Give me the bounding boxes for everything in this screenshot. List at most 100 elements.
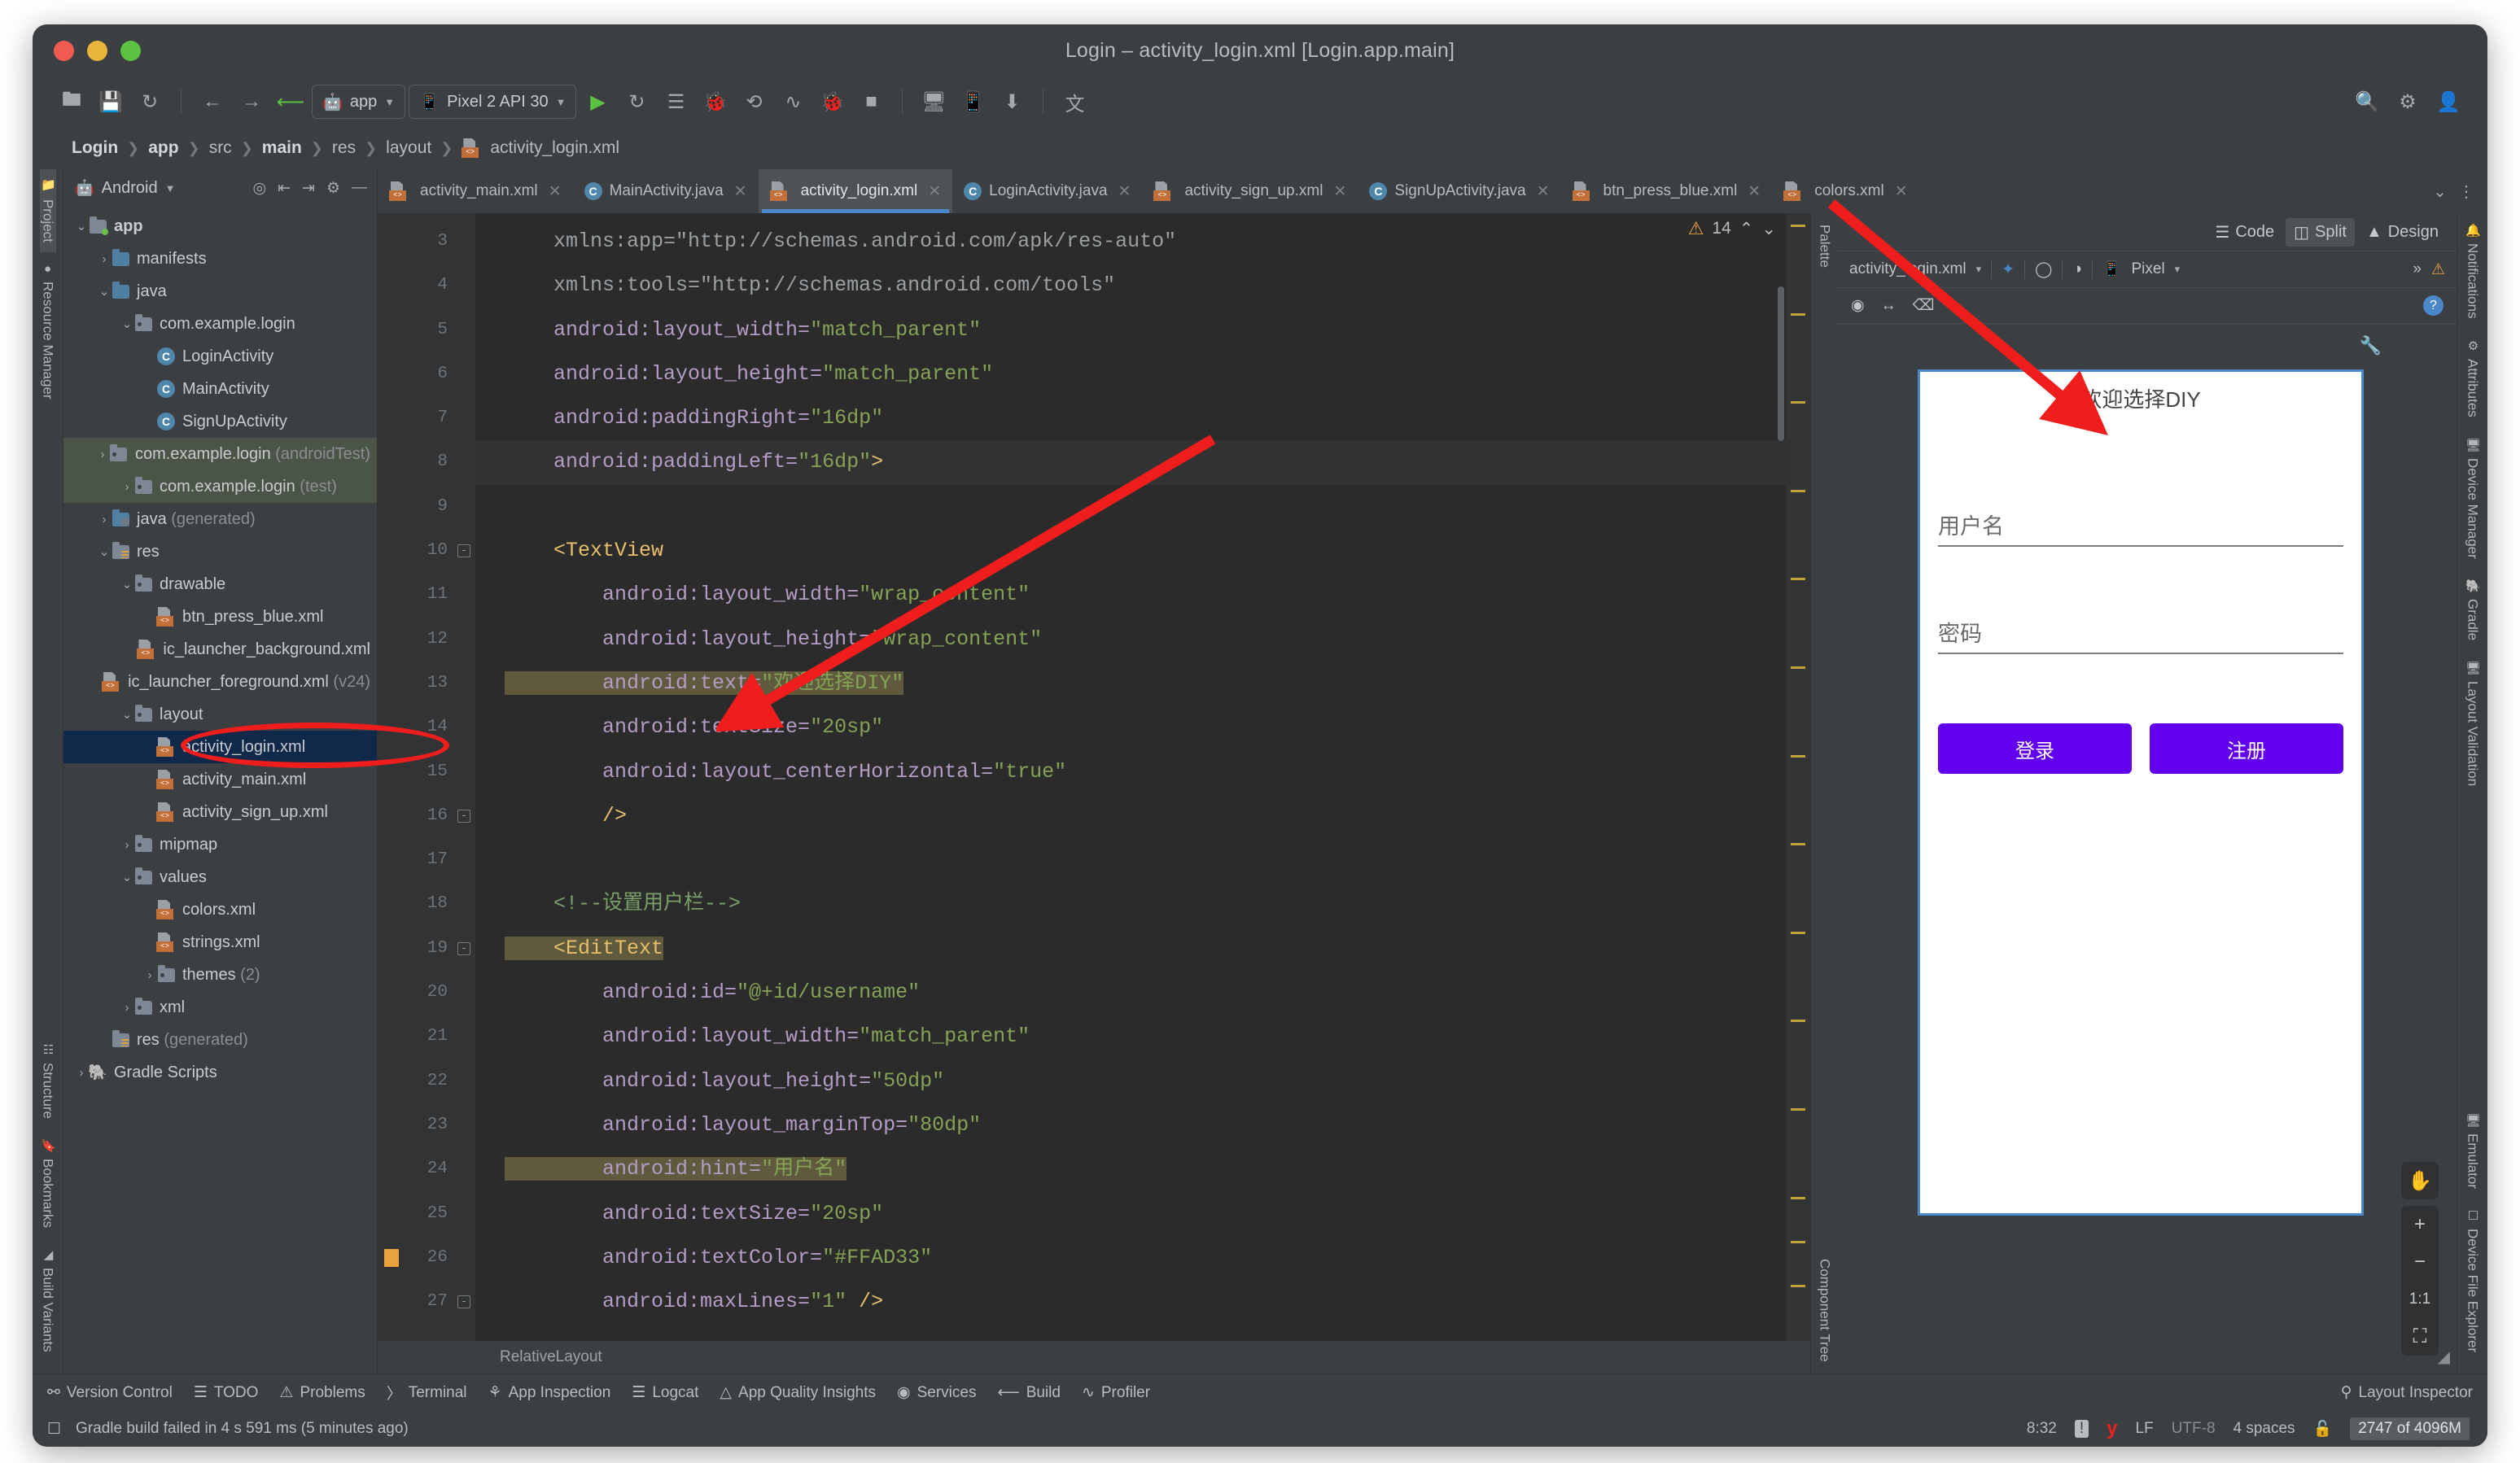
code-line-19[interactable]: <EditText [475, 927, 1810, 971]
translate-icon[interactable]: 文 [1057, 84, 1092, 120]
debug-icon[interactable]: 🐞 [697, 84, 733, 120]
layers-icon[interactable]: ✦ [2002, 260, 2015, 279]
tree-toggle-icon[interactable]: ⌄ [120, 317, 133, 331]
stripe-marker[interactable] [1791, 1196, 1805, 1199]
zoom-fit-button[interactable]: ⛶ [2401, 1318, 2439, 1356]
tree-node-java[interactable]: › java (generated) [63, 503, 377, 535]
tree-toggle-icon[interactable]: ⌄ [120, 707, 133, 722]
close-icon[interactable]: ✕ [1748, 182, 1761, 201]
fold-toggle-icon[interactable]: - [457, 1295, 470, 1309]
code-line-23[interactable]: android:layout_marginTop="80dp" [475, 1103, 1810, 1147]
stop-icon[interactable]: ■ [853, 84, 889, 120]
mode-design[interactable]: ▲ Design [2358, 219, 2447, 246]
line-separator[interactable]: LF [2136, 1420, 2154, 1438]
sdk-manager-icon[interactable]: 📱 [955, 84, 991, 120]
editor-tab-activity-login-xml[interactable]: activity_login.xml ✕ [758, 169, 953, 213]
breadcrumb-item-0[interactable]: Login [72, 138, 118, 158]
search-icon[interactable]: 🔍 [2349, 84, 2385, 120]
stripe-marker[interactable] [1791, 666, 1805, 669]
code-line-26[interactable]: android:textColor="#FFAD33" [475, 1236, 1810, 1280]
tree-node-manifests[interactable]: › manifests [63, 242, 377, 275]
bottom-tool-version-control[interactable]: ⚯ Version Control [47, 1383, 173, 1402]
magnet-off-icon[interactable]: ⌫ [1913, 296, 1935, 315]
tree-node-layout[interactable]: ⌄ layout [63, 698, 377, 731]
editor-tab-mainactivity-java[interactable]: C MainActivity.java ✕ [573, 169, 759, 213]
collapse-all-icon[interactable]: ⇥ [302, 179, 315, 198]
tree-toggle-icon[interactable]: › [98, 252, 111, 266]
tree-node-strings-xml[interactable]: strings.xml [63, 926, 377, 959]
tree-toggle-icon[interactable]: › [143, 968, 156, 982]
hide-icon[interactable]: — [352, 179, 367, 197]
rail-item-device-file-explorer[interactable]: ☐ Device File Explorer [2465, 1199, 2481, 1362]
breadcrumb-item-4[interactable]: res [332, 138, 356, 158]
rail-item-emulator[interactable]: 🖥 Emulator [2465, 1103, 2481, 1199]
tree-node-ic-launcher-background-xml[interactable]: ic_launcher_background.xml [63, 633, 377, 666]
profile-icon[interactable]: ∿ [775, 84, 811, 120]
more-options-icon[interactable]: ⋮ [2458, 181, 2474, 202]
open-folder-icon[interactable]: 🖿 [54, 84, 90, 120]
run-icon[interactable]: ▶ [580, 84, 615, 120]
rail-item-attributes[interactable]: ⚙ Attributes [2465, 329, 2481, 427]
code-line-5[interactable]: android:layout_width="match_parent" [475, 308, 1810, 352]
bottom-tool-profiler[interactable]: ∿ Profiler [1082, 1383, 1150, 1402]
tree-toggle-icon[interactable]: › [120, 838, 133, 852]
tree-node-gradle-scripts[interactable]: › 🐘 Gradle Scripts [63, 1056, 377, 1089]
close-icon[interactable]: ✕ [1118, 182, 1131, 201]
bottom-tool-todo[interactable]: ☰ TODO [194, 1383, 259, 1402]
device-preview[interactable]: 欢迎选择DIY 用户名 密码 登录 注册 [1918, 369, 2364, 1216]
stripe-marker[interactable] [1791, 1240, 1805, 1243]
mode-code[interactable]: ☰ Code [2207, 218, 2282, 247]
preview-username-field[interactable]: 用户名 [1938, 509, 2343, 547]
zoom-out-button[interactable]: − [2401, 1243, 2439, 1281]
wrench-icon[interactable]: 🔧 [2360, 335, 2382, 356]
stripe-marker[interactable] [1791, 1020, 1805, 1023]
memory-indicator[interactable]: 2747 of 4096M [2350, 1417, 2470, 1440]
rail-item-notifications[interactable]: 🔔 Notifications [2465, 213, 2481, 329]
gear-icon[interactable]: ⚙ [326, 179, 340, 198]
chevron-down-icon[interactable]: ▾ [1976, 263, 1982, 276]
overflow-icon[interactable]: » [2413, 260, 2422, 278]
editor-tab-signupactivity-java[interactable]: C SignUpActivity.java ✕ [1358, 169, 1560, 213]
inspection-stripe[interactable] [1786, 213, 1810, 1341]
help-icon[interactable]: ? [2423, 295, 2443, 316]
theme-icon[interactable]: ◑ [2072, 260, 2081, 278]
pan-hand-icon[interactable]: ✋ [2401, 1162, 2439, 1199]
tree-toggle-icon[interactable]: › [75, 1066, 88, 1080]
close-icon[interactable]: ✕ [549, 182, 562, 201]
tree-toggle-icon[interactable]: › [120, 1001, 133, 1015]
stripe-marker[interactable] [1791, 401, 1805, 404]
code-line-9[interactable] [475, 485, 1810, 529]
stripe-marker[interactable] [1791, 578, 1805, 581]
device-selector[interactable]: 📱 Pixel 2 API 30 ▼ [409, 85, 577, 119]
editor-tab-colors-xml[interactable]: colors.xml ✕ [1772, 169, 1918, 213]
bottom-tool-services[interactable]: ◉ Services [897, 1383, 976, 1402]
download-icon[interactable]: ⬇ [994, 84, 1030, 120]
design-file-selector[interactable]: activity_login.xml [1849, 260, 1967, 278]
tree-node-com-example-login[interactable]: › com.example.login (test) [63, 470, 377, 503]
rail-item-device-manager[interactable]: 🖥 Device Manager [2465, 427, 2481, 569]
code-line-10[interactable]: <TextView [475, 529, 1810, 573]
tree-node-res[interactable]: ⌄ res [63, 535, 377, 568]
editor-tab-btn-press-blue-xml[interactable]: btn_press_blue.xml ✕ [1561, 169, 1773, 213]
locate-icon[interactable]: ◎ [253, 179, 267, 198]
tree-toggle-icon[interactable]: ⌄ [75, 219, 88, 234]
project-view-label[interactable]: Android [102, 179, 158, 198]
tree-node-com-example-login[interactable]: ⌄ com.example.login [63, 308, 377, 340]
close-icon[interactable]: ✕ [734, 182, 747, 201]
resize-handle[interactable]: ◢ [2438, 1347, 2450, 1367]
code-line-11[interactable]: android:layout_width="wrap_content" [475, 573, 1810, 617]
build-hammer-icon[interactable]: ⟵ [273, 84, 308, 120]
avd-manager-icon[interactable]: 🖥 [916, 84, 952, 120]
expand-all-icon[interactable]: ⇤ [278, 179, 291, 198]
code-line-16[interactable]: /> [475, 794, 1810, 838]
bottom-tool-logcat[interactable]: ☰ Logcat [632, 1383, 698, 1402]
stripe-marker[interactable] [1791, 225, 1805, 227]
tree-node-ic-launcher-foreground-xml[interactable]: ic_launcher_foreground.xml (v24) [63, 666, 377, 698]
tree-node-res[interactable]: res (generated) [63, 1024, 377, 1056]
code-line-14[interactable]: android:textSize="20sp" [475, 705, 1810, 749]
line-number-gutter[interactable]: 3 4 5 6 7 8 9 10- 11 12 13 14 15 16- 17 18 19- 20 21 22 23 24… [378, 213, 475, 1341]
caret-position[interactable]: 8:32 [2027, 1420, 2057, 1438]
breadcrumb-item-3[interactable]: main [262, 138, 302, 158]
vertical-scrollbar[interactable] [1778, 286, 1784, 441]
breadcrumb-item-5[interactable]: layout [386, 138, 431, 158]
